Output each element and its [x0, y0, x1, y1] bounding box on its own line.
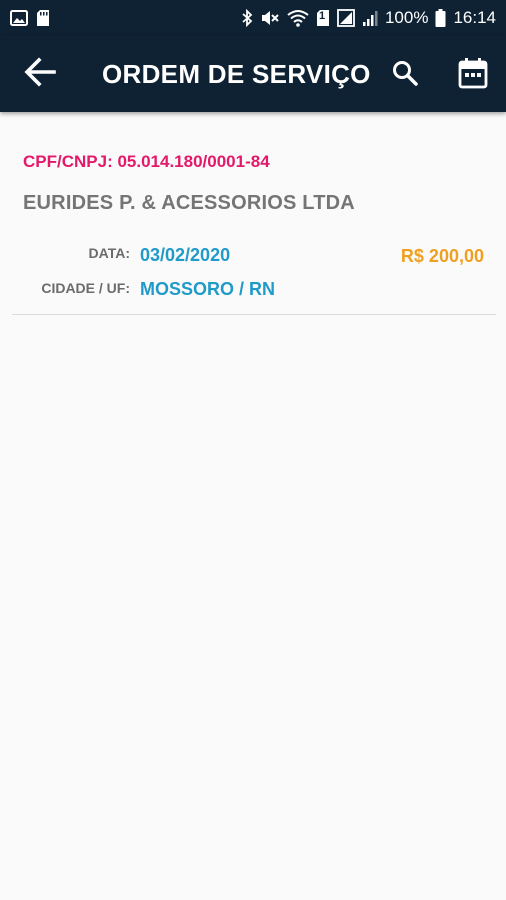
order-price: R$ 200,00	[400, 246, 484, 266]
search-icon	[391, 59, 419, 92]
status-right: 1 100% 16:14	[241, 8, 496, 28]
calendar-icon	[458, 57, 488, 94]
battery-percent: 100%	[384, 8, 429, 27]
no-sim-signal-icon	[337, 9, 355, 27]
mute-icon	[260, 9, 280, 27]
page-title: ORDEM DE SERVIÇO	[102, 59, 371, 89]
app-bar: ORDEM DE SERVIÇO	[0, 36, 506, 112]
company-name: EURIDES P. & ACESSORIOS LTDA	[23, 192, 355, 214]
wifi-icon	[287, 9, 309, 27]
cpf-cnpj: CPF/CNPJ: 05.014.180/0001-84	[23, 152, 270, 171]
sim-badge: 1	[318, 10, 326, 22]
signal-icon	[362, 9, 378, 27]
back-button[interactable]	[20, 56, 60, 92]
order-list-item[interactable]: CPF/CNPJ: 05.014.180/0001-84 EURIDES P. …	[12, 128, 496, 315]
search-button[interactable]	[388, 58, 422, 92]
city-value: MOSSORO / RN	[140, 279, 276, 299]
battery-icon	[435, 9, 446, 27]
date-value: 03/02/2020	[140, 245, 231, 265]
city-label: CIDADE / UF:	[41, 280, 130, 296]
calendar-button[interactable]	[455, 57, 491, 93]
image-icon	[10, 10, 28, 26]
arrow-back-icon	[24, 56, 56, 92]
sd-card-icon	[36, 9, 50, 27]
clock: 16:14	[453, 8, 496, 27]
date-label: DATA:	[88, 245, 130, 261]
status-left	[10, 9, 50, 27]
status-bar: 1 100% 16:14	[0, 0, 506, 36]
sim-icon: 1	[316, 9, 330, 27]
bluetooth-icon	[241, 9, 253, 27]
